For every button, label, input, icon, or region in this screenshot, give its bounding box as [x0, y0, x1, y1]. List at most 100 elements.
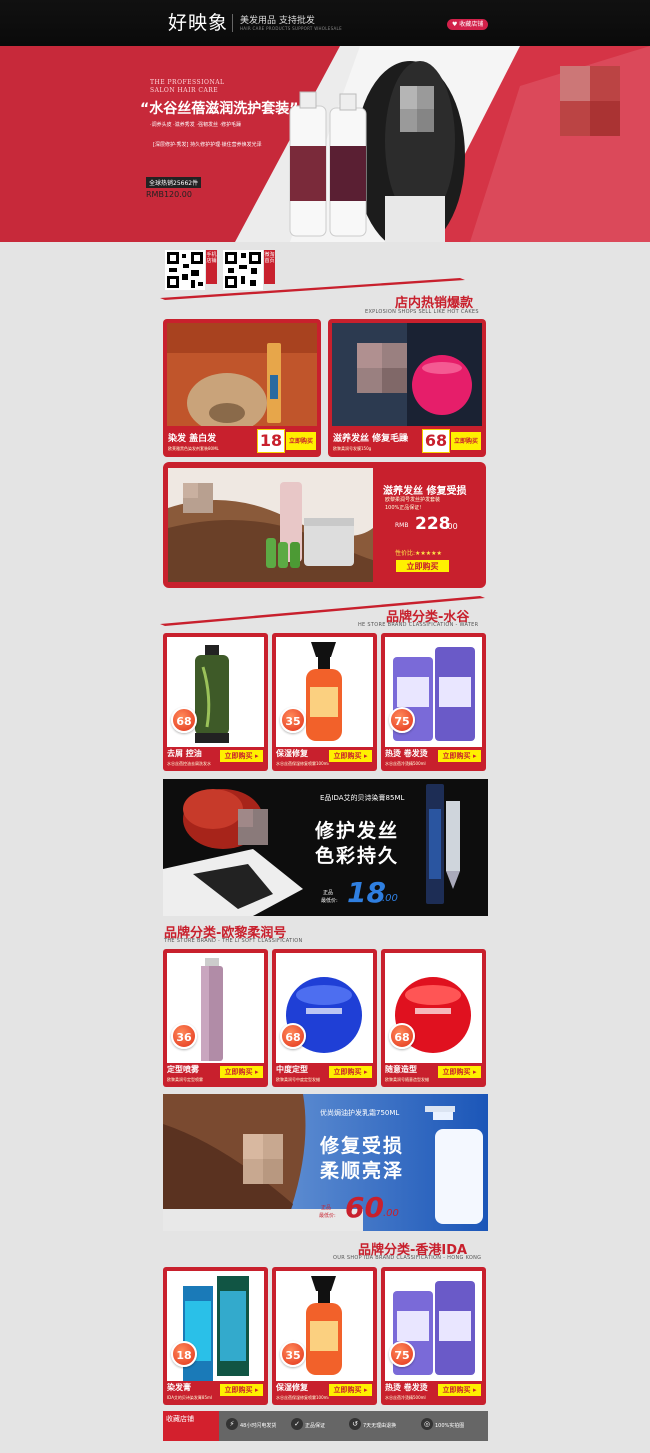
product-subtitle: 水谷丝蓓保湿修复喷雾100ml: [276, 1395, 329, 1400]
price-badge: 36: [171, 1023, 197, 1049]
buy-now-button[interactable]: 立即购买 ▸: [328, 749, 373, 763]
product-title: 去屑 控油: [167, 749, 202, 758]
section-subtitle-ida: OUR SHOP IDA BRAND CLASSIFICATION - HONG…: [333, 1255, 482, 1261]
buy-now-button[interactable]: 立即购买 ▸: [437, 1065, 482, 1079]
product-subtitle: 欧莱雅黑色染发剂套装80ML: [168, 446, 219, 451]
promo-banner-ida[interactable]: E品IDA艾的贝诗染膏85ML 修护发丝 色彩持久 正品 最低价: 18 .00: [163, 779, 488, 916]
price-badge: 75: [389, 1341, 415, 1367]
product-title: 保湿修复: [276, 1383, 308, 1392]
product-card[interactable]: 36 定型喷雾欧黎柔润号定型喷雾 立即购买 ▸: [163, 949, 268, 1087]
product-subtitle: 欧黎柔润号随意造型发蜡: [385, 1077, 429, 1082]
hot-product-card[interactable]: 染发 盖白发 欧莱雅黑色染发剂套装80ML 18 立即购买: [163, 319, 321, 457]
logo-divider: [232, 14, 233, 32]
buy-now-button[interactable]: 立即购买 ▸: [219, 749, 264, 763]
price-currency: RMB: [395, 522, 409, 529]
product-title: 保湿修复: [276, 749, 308, 758]
banner-label-genuine: 正品: [323, 890, 334, 896]
price-badge: 75: [389, 707, 415, 733]
product-title: 染发膏: [167, 1383, 191, 1392]
product-card[interactable]: 75 热烫 卷发烫水谷丝蓓冷烫精500ml 立即购买 ▸: [381, 1267, 486, 1405]
banner-headline-2: 柔顺亮泽: [320, 1160, 405, 1182]
buy-now-button[interactable]: 立即购买 ▸: [219, 1383, 264, 1397]
banner-price: 18: [347, 876, 386, 909]
product-image: [167, 323, 317, 426]
footer-favorite-shop[interactable]: 收藏店铺: [163, 1411, 219, 1441]
shop-logo[interactable]: 好映象: [168, 8, 228, 35]
shop-slogan-english: HAIR CARE PRODUCTS SUPPORT WHOLESALE: [240, 26, 342, 31]
buy-now-button[interactable]: 立即购买 ▸: [328, 1065, 373, 1079]
product-title: 热烫 卷发烫: [385, 1383, 428, 1392]
banner-headline-1: 修复受损: [320, 1135, 405, 1157]
product-image: [168, 468, 373, 582]
product-subtitle: 欧黎柔润号发丝护发套装: [385, 497, 441, 503]
shop-slogan: 美发用品 支持批发: [240, 16, 315, 26]
hero-english-line-1: THE PROFESSIONAL: [150, 79, 225, 86]
product-title: 定型喷雾: [167, 1065, 199, 1074]
hero-features: ·调养头皮 ·滋养秀发 ·强韧发丝 ·修护毛躁: [150, 122, 242, 128]
buy-label: 立即购买: [442, 1386, 471, 1394]
buy-now-button[interactable]: 立即购买 ▸: [437, 749, 482, 763]
buy-now-button[interactable]: 立即购买: [395, 559, 450, 573]
section-subtitle-water: HE STORE BRAND CLASSIFICATION - WATER: [358, 622, 479, 628]
favorite-shop-button[interactable]: ♥ 收藏店铺: [447, 19, 489, 30]
buy-now-button[interactable]: 立即购买: [285, 431, 317, 451]
value-rating: 性价比:★★★★★: [395, 550, 442, 557]
banner-label-genuine: 正品: [321, 1205, 332, 1211]
price-badge: 18: [171, 1341, 197, 1367]
promo-banner-cream[interactable]: 优尚焗油护发乳霜750ML 修复受损 柔顺亮泽 正品 最低价: 60 .00: [163, 1094, 488, 1231]
hot-product-card[interactable]: 滋养发丝 修复毛躁 欧黎柔润号发膜150g 68 立即购买: [328, 319, 486, 457]
price-badge: 68: [389, 1023, 415, 1049]
banner-price: 60: [345, 1191, 384, 1224]
hero-sales-badge: 全球热销25662件: [146, 177, 202, 188]
price-badge: 68: [171, 707, 197, 733]
shield-icon: ✓: [291, 1418, 303, 1430]
footer-return: 7天无理由退换: [363, 1423, 397, 1429]
product-title: 中度定型: [276, 1065, 308, 1074]
service-footer: 收藏店铺 ⚡ 48小时闪电发货 ✓ 正品保证 ↺ 7天无理由退换 ◎ 100%实…: [163, 1411, 488, 1441]
lightning-icon: ⚡: [226, 1418, 238, 1430]
buy-label: 立即购买: [333, 1068, 362, 1076]
price-badge: 35: [280, 707, 306, 733]
featured-product-card[interactable]: 滋养发丝 修复受损 欧黎柔润号发丝护发套装 100%正品保证! RMB 228 …: [163, 462, 486, 588]
hero-background: [0, 46, 650, 242]
product-image: [332, 323, 482, 426]
buy-label: 立即购买: [333, 752, 362, 760]
product-card[interactable]: 68 随意造型 欧黎柔润号随意造型发蜡 立即购买 ▸: [381, 949, 486, 1087]
hero-banner[interactable]: THE PROFESSIONAL SALON HAIR CARE “水谷丝蓓滋润…: [0, 46, 650, 242]
product-card[interactable]: 35 保湿修复水谷丝蓓保湿修复喷雾100ml 立即购买 ▸: [272, 633, 377, 771]
product-card[interactable]: 75 热烫 卷发烫 水谷丝蓓冷烫精500ml 立即购买 ▸: [381, 633, 486, 771]
product-card[interactable]: 68 中度定型 欧黎柔润号中度定型发蜡 立即购买 ▸: [272, 949, 377, 1087]
footer-genuine: 正品保证: [305, 1423, 326, 1429]
hero-english-line-2: SALON HAIR CARE: [150, 87, 219, 94]
product-card[interactable]: 18 染发膏 IDA艾的贝诗染发膏85ml 立即购买 ▸: [163, 1267, 268, 1405]
banner-price-decimal: .00: [382, 893, 398, 904]
price-badge: 35: [280, 1341, 306, 1367]
banner-price-decimal: .00: [383, 1208, 399, 1219]
hero-description: [深层修护·秀发] 持久修护护理·锁住营养焕发光泽: [153, 142, 262, 148]
banner-headline-1: 修护发丝: [315, 820, 400, 842]
section-subtitle-li: THE STORE BRAND - THE LI SOFT CLASSIFICA…: [164, 938, 303, 944]
buy-now-button[interactable]: 立即购买 ▸: [328, 1383, 373, 1397]
product-subtitle: 欧黎柔润号定型喷雾: [167, 1077, 203, 1082]
buy-now-button[interactable]: 立即购买 ▸: [437, 1383, 482, 1397]
buy-label: 立即购买: [224, 1386, 253, 1394]
banner-product-name: 优尚焗油护发乳霜750ML: [320, 1109, 400, 1117]
buy-label: 立即购买: [224, 1068, 253, 1076]
product-subtitle: 水谷丝蓓保湿修复喷雾100ml: [276, 761, 329, 766]
product-title: 滋养发丝 修复受损: [383, 486, 467, 497]
banner-label-lowest: 最低价:: [321, 898, 338, 904]
price-decimal: .00: [445, 522, 458, 531]
buy-label: 立即购买: [224, 752, 253, 760]
buy-now-button[interactable]: 立即购买 ▸: [219, 1065, 264, 1079]
return-icon: ↺: [349, 1418, 361, 1430]
buy-now-button[interactable]: 立即购买: [450, 431, 482, 451]
product-card[interactable]: 68 去屑 控油 水谷丝蓓控油去屑洗发水 立即购买 ▸: [163, 633, 268, 771]
hero-price: RMB120.00: [146, 190, 192, 199]
product-subtitle: IDA艾的贝诗染发膏85ml: [167, 1395, 213, 1400]
product-subtitle: 水谷丝蓓冷烫精500ml: [385, 1395, 426, 1400]
banner-product-name: E品IDA艾的贝诗染膏85ML: [320, 794, 405, 802]
price-badge: 68: [280, 1023, 306, 1049]
product-card[interactable]: 35 保湿修复水谷丝蓓保湿修复喷雾100ml 立即购买 ▸: [272, 1267, 377, 1405]
product-title: 滋养发丝 修复毛躁: [333, 434, 409, 444]
banner-label-lowest: 最低价:: [319, 1213, 336, 1219]
